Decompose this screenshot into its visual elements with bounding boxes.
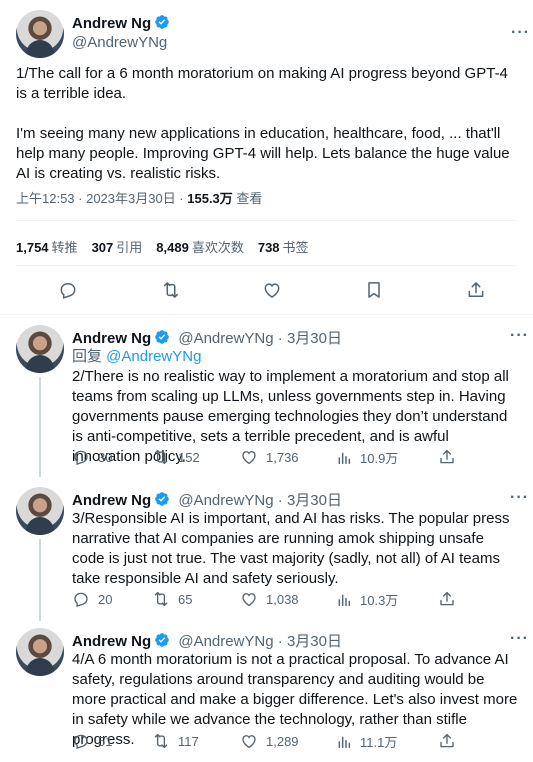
more-icon[interactable]: ··· bbox=[510, 327, 529, 345]
verified-badge-icon bbox=[154, 632, 170, 648]
more-icon[interactable]: ··· bbox=[510, 489, 529, 507]
retweet-count: 117 bbox=[178, 733, 199, 749]
engagement-stats: 1,754 转推 307 引用 8,489 喜欢次数 738 书签 bbox=[16, 237, 309, 256]
author-name[interactable]: Andrew Ng bbox=[72, 15, 151, 32]
reply-tweet[interactable]: Andrew Ng @AndrewYNg · 3月30日 ··· 回复 @And… bbox=[0, 325, 533, 477]
share-icon bbox=[440, 449, 454, 464]
thread-line bbox=[39, 539, 41, 621]
reply-button[interactable]: 51 bbox=[72, 732, 112, 750]
reply-button[interactable]: 30 bbox=[72, 448, 112, 466]
retweet-count: 65 bbox=[178, 591, 193, 607]
bookmarks-stat[interactable]: 738 书签 bbox=[258, 237, 309, 256]
reply-header: Andrew Ng @AndrewYNg · 3月30日 bbox=[72, 327, 342, 348]
reply-icon bbox=[74, 450, 88, 465]
like-button[interactable]: 1,736 bbox=[240, 448, 299, 466]
timestamp[interactable]: 上午12:53 · 2023年3月30日 · bbox=[16, 191, 187, 206]
retweet-button[interactable]: 152 bbox=[152, 448, 200, 466]
verified-badge-icon bbox=[154, 491, 170, 507]
author-name[interactable]: Andrew Ng bbox=[72, 492, 151, 509]
like-icon bbox=[242, 451, 256, 465]
author-handle[interactable]: @AndrewYNg bbox=[72, 34, 167, 51]
like-icon bbox=[242, 593, 256, 607]
main-tweet-header: Andrew Ng @AndrewYNg ··· bbox=[16, 10, 529, 58]
author-handle[interactable]: @AndrewYNg · 3月30日 bbox=[178, 492, 342, 509]
reply-header: Andrew Ng @AndrewYNg · 3月30日 bbox=[72, 489, 342, 510]
share-button[interactable] bbox=[438, 590, 456, 608]
more-icon[interactable]: ··· bbox=[511, 24, 530, 42]
replying-to-handle[interactable]: @AndrewYNg bbox=[106, 348, 201, 365]
author-name[interactable]: Andrew Ng bbox=[72, 330, 151, 347]
reply-count: 51 bbox=[98, 733, 113, 749]
more-icon[interactable]: ··· bbox=[510, 630, 529, 648]
avatar[interactable] bbox=[16, 325, 64, 373]
retweets-stat[interactable]: 1,754 转推 bbox=[16, 237, 78, 256]
share-icon bbox=[440, 591, 454, 606]
divider bbox=[16, 265, 517, 266]
thread-line bbox=[39, 377, 41, 477]
avatar[interactable] bbox=[16, 10, 64, 58]
divider bbox=[16, 220, 517, 221]
reply-header: Andrew Ng @AndrewYNg · 3月30日 bbox=[72, 630, 342, 651]
retweet-count: 152 bbox=[178, 449, 200, 465]
reply-action-bar: 20 65 1,038 10.3万 bbox=[72, 590, 472, 610]
views-icon bbox=[338, 736, 351, 748]
author-handle[interactable]: @AndrewYNg · 3月30日 bbox=[178, 633, 342, 650]
share-icon[interactable] bbox=[464, 278, 488, 302]
views-button[interactable]: 11.1万 bbox=[336, 732, 397, 751]
view-count: 10.3万 bbox=[360, 593, 399, 608]
retweet-button[interactable]: 117 bbox=[152, 732, 199, 750]
reply-icon[interactable] bbox=[56, 278, 80, 302]
share-button[interactable] bbox=[438, 448, 456, 466]
reply-button[interactable]: 20 bbox=[72, 590, 112, 608]
tweet-text: 1/The call for a 6 month moratorium on m… bbox=[16, 65, 510, 182]
retweet-icon bbox=[154, 591, 168, 607]
avatar[interactable] bbox=[16, 487, 64, 535]
tweet-text: 3/Responsible AI is important, and AI ha… bbox=[72, 510, 510, 587]
author-handle[interactable]: @AndrewYNg · 3月30日 bbox=[178, 330, 342, 347]
likes-stat[interactable]: 8,489 喜欢次数 bbox=[156, 237, 244, 256]
replying-to: 回复 @AndrewYNg bbox=[72, 347, 520, 367]
reply-icon bbox=[74, 734, 88, 749]
like-count: 1,289 bbox=[266, 733, 299, 749]
reply-count: 30 bbox=[98, 449, 113, 465]
retweet-icon[interactable] bbox=[159, 278, 183, 302]
like-count: 1,736 bbox=[266, 449, 299, 465]
views-button[interactable]: 10.3万 bbox=[336, 590, 398, 609]
verified-badge-icon bbox=[154, 14, 170, 30]
reply-action-bar: 51 117 1,289 11.1万 bbox=[72, 732, 472, 752]
replying-to-label: 回复 bbox=[72, 348, 107, 365]
reply-action-bar: 30 152 1,736 10.9万 bbox=[72, 448, 472, 468]
author-name[interactable]: Andrew Ng bbox=[72, 633, 151, 650]
reply-count: 20 bbox=[98, 591, 113, 607]
reply-tweet[interactable]: Andrew Ng @AndrewYNg · 3月30日 ··· 4/A 6 m… bbox=[0, 628, 533, 758]
retweet-icon bbox=[154, 733, 168, 749]
quotes-stat[interactable]: 307 引用 bbox=[92, 237, 143, 256]
views-count: 155.3万 bbox=[187, 191, 233, 206]
tweet-action-bar bbox=[16, 278, 516, 304]
tweet-meta: 上午12:53 · 2023年3月30日 · 155.3万 查看 bbox=[16, 188, 262, 207]
like-button[interactable]: 1,038 bbox=[240, 590, 299, 608]
view-count: 11.1万 bbox=[360, 735, 398, 750]
views-icon bbox=[338, 452, 351, 464]
share-icon bbox=[440, 733, 454, 748]
reply-icon bbox=[74, 592, 88, 607]
reply-tweet[interactable]: Andrew Ng @AndrewYNg · 3月30日 ··· 3/Respo… bbox=[0, 487, 533, 621]
views-button[interactable]: 10.9万 bbox=[336, 448, 398, 467]
bookmark-icon[interactable] bbox=[362, 278, 386, 302]
author-name-row[interactable]: Andrew Ng bbox=[72, 14, 170, 32]
like-icon[interactable] bbox=[260, 278, 284, 302]
views-label: 查看 bbox=[232, 191, 263, 206]
view-count: 10.9万 bbox=[360, 451, 399, 466]
retweet-icon bbox=[154, 449, 168, 465]
share-button[interactable] bbox=[438, 732, 456, 750]
retweet-button[interactable]: 65 bbox=[152, 590, 192, 608]
like-count: 1,038 bbox=[266, 591, 299, 607]
like-icon bbox=[242, 735, 256, 749]
verified-badge-icon bbox=[154, 329, 170, 345]
divider bbox=[0, 314, 533, 315]
views-icon bbox=[338, 594, 351, 606]
avatar[interactable] bbox=[16, 628, 64, 676]
like-button[interactable]: 1,289 bbox=[240, 732, 299, 750]
